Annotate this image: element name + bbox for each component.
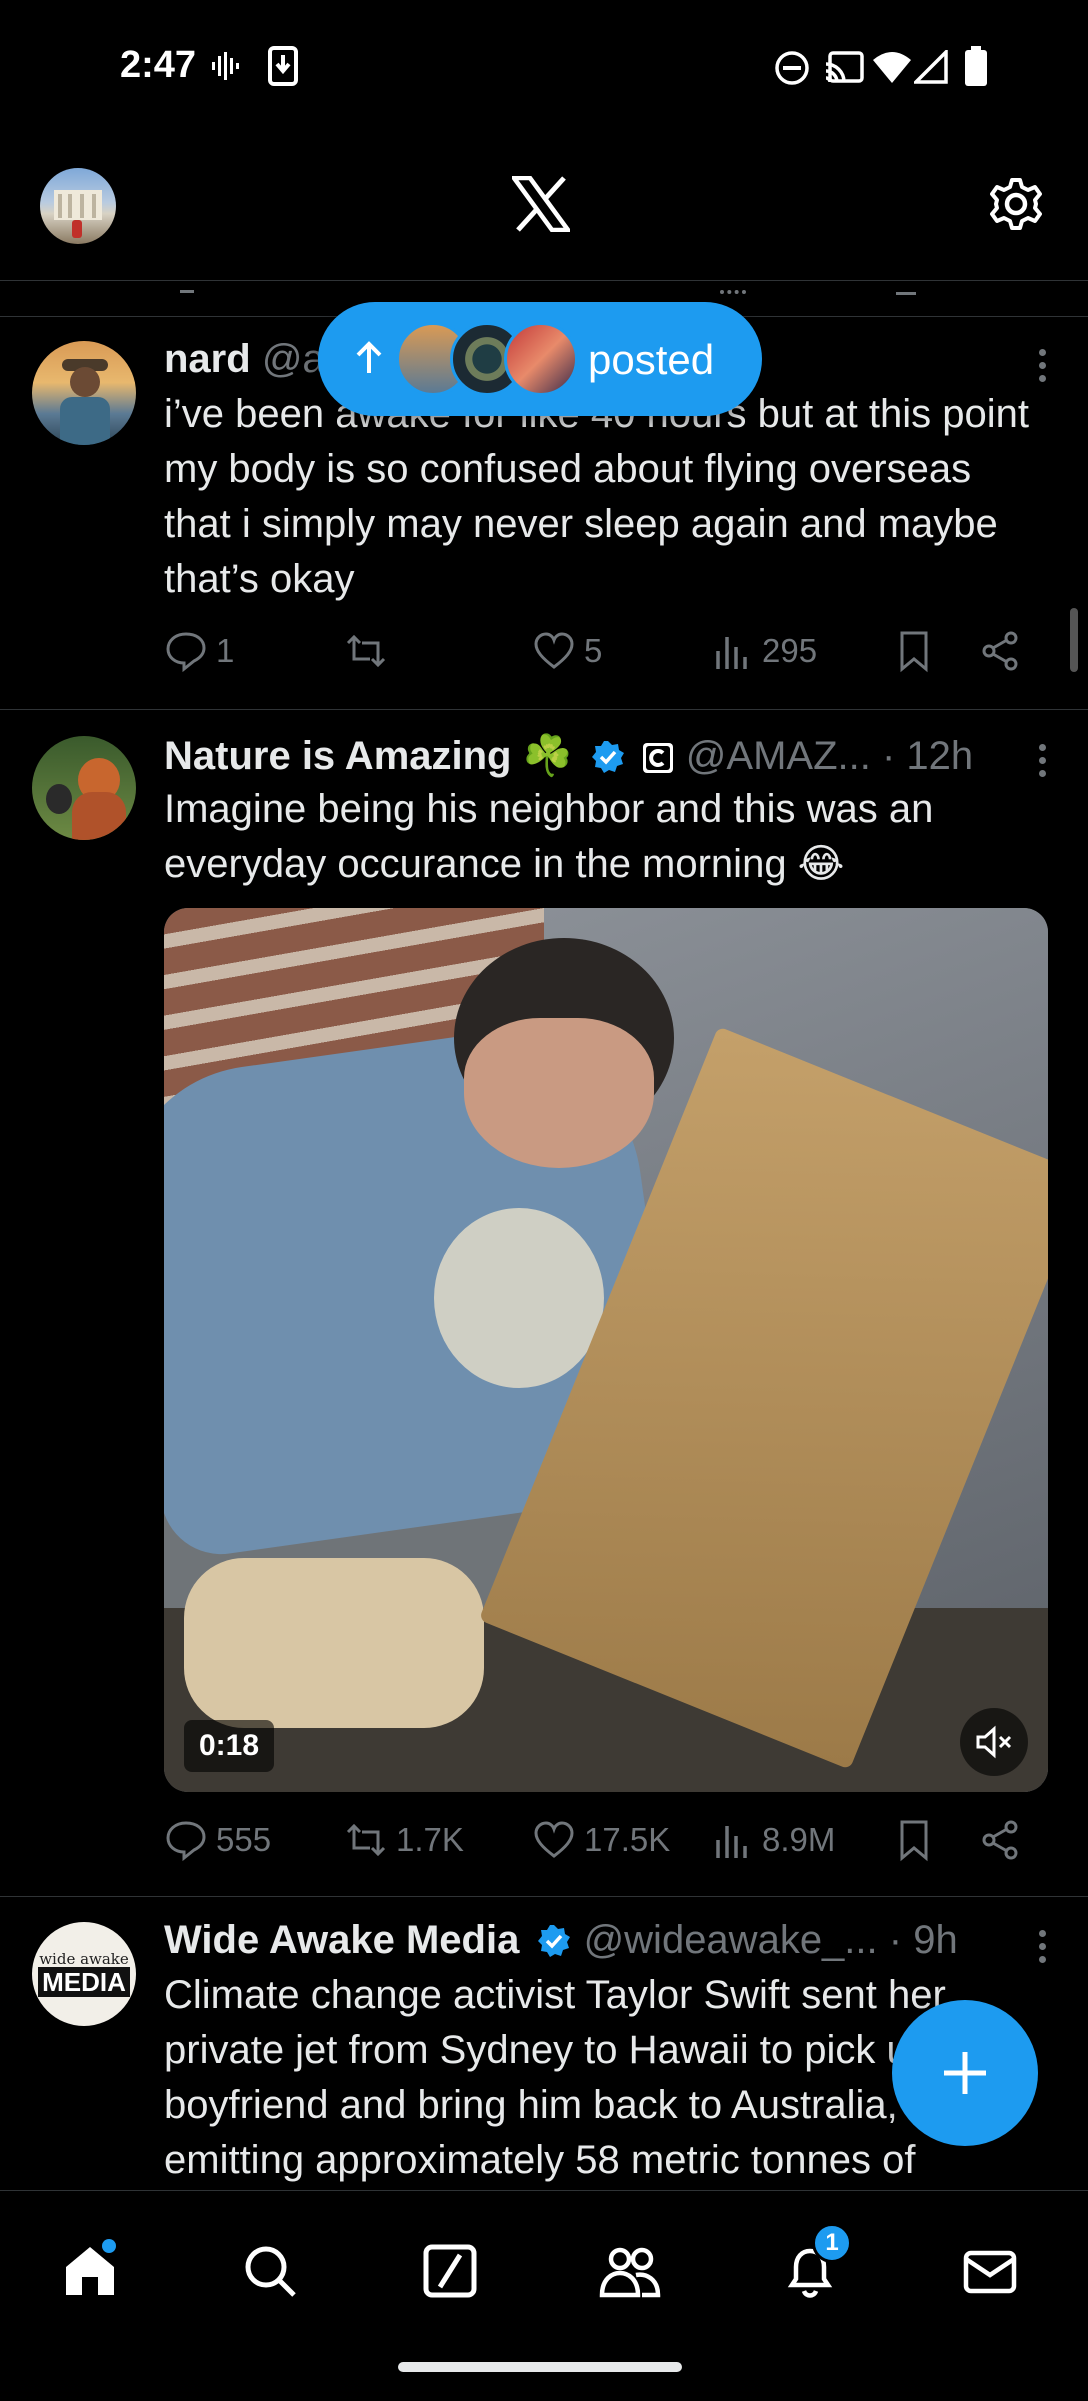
reply-button[interactable]: 555 [164,1818,271,1862]
author-handle: @wideawake_... [583,1918,878,1962]
avatar[interactable] [32,341,136,445]
author-name[interactable]: Nature is Amazing ☘️ [164,734,572,778]
reply-button[interactable]: 1 [164,629,234,673]
video-player[interactable]: 0:18 [164,908,1048,1792]
views-button[interactable]: 8.9M [710,1818,835,1862]
more-options-icon[interactable] [1036,1924,1048,1969]
author-name[interactable]: Wide Awake Media [164,1918,519,1962]
views-chart-icon [716,1826,747,1858]
battery-icon [965,46,987,86]
tweet-header: nard @a [164,337,325,382]
tweet-nature-is-amazing[interactable]: Nature is Amazing ☘️ @AMAZ... · 12h Imag… [0,710,1088,1897]
repost-count: 1.7K [396,1821,464,1858]
tweet-time: · 9h [888,1918,958,1962]
verified-badge-icon [538,1925,571,1957]
more-options-icon[interactable] [1036,343,1048,388]
share-button[interactable] [978,629,1022,673]
grok-icon [423,2244,477,2298]
avatar-text-bottom: MEDIA [38,1967,130,1997]
pill-label: posted [588,336,715,383]
avatar[interactable] [32,736,136,840]
nav-notifications[interactable]: 1 [770,2223,852,2311]
tweet-header: Nature is Amazing ☘️ @AMAZ... · 12h [164,732,973,779]
like-count: 17.5K [584,1821,671,1858]
nav-messages[interactable] [950,2231,1030,2311]
tweet-time: · 12h [881,734,974,778]
view-count: 8.9M [762,1821,836,1858]
settings-gear-icon[interactable] [988,176,1044,232]
nav-communities[interactable] [590,2231,670,2311]
reply-icon [166,632,206,673]
audio-wave-icon [212,52,239,80]
reply-icon [166,1821,206,1862]
pill-avatar-3 [504,322,578,396]
verified-badge-icon [591,741,624,773]
signal-icon [914,50,948,84]
status-bar: 2:47 [0,0,1088,135]
share-button[interactable] [978,1818,1022,1862]
repost-icon [346,1823,386,1857]
communities-icon [599,2247,661,2298]
new-posts-pill[interactable]: posted [318,302,762,416]
profile-avatar[interactable] [40,168,116,244]
repost-icon [346,634,386,668]
wifi-icon [873,52,911,83]
bookmark-button[interactable] [892,629,936,673]
views-button[interactable]: 295 [710,629,817,673]
avatar-text-top: wide awake [39,1950,129,1968]
affiliate-badge-icon [642,743,673,773]
views-chart-icon [716,637,747,669]
avatar[interactable]: wide awake MEDIA [32,1922,136,2026]
video-duration: 0:18 [184,1720,274,1772]
tweet-actions: 555 1.7K 17.5K 8.9M [164,1818,1044,1878]
muted-speaker-icon [976,1725,1012,1759]
tweet-actions: 1 5 295 [164,629,1044,689]
tweet-text: i’ve been awake for like 40 hours but at… [164,392,1029,601]
reply-count: 555 [216,1821,272,1858]
mute-button[interactable] [960,1708,1028,1776]
share-icon [982,631,1018,671]
search-icon [245,2246,296,2297]
scrollbar-thumb[interactable] [1070,608,1078,672]
tweet-header: Wide Awake Media @wideawake_... · 9h [164,1918,958,1963]
author-handle: @AMAZ... [685,734,871,778]
view-count: 295 [762,632,818,669]
nav-home[interactable] [50,2231,130,2311]
bookmark-button[interactable] [892,1818,936,1862]
repost-button[interactable] [344,629,396,673]
like-button[interactable]: 5 [532,629,602,673]
like-button[interactable]: 17.5K [532,1818,670,1862]
nav-search[interactable] [230,2231,310,2311]
tweet-text: Imagine being his neighbor and this was … [164,787,934,886]
share-icon [982,1820,1018,1860]
heart-icon [534,632,574,669]
x-logo-icon[interactable] [512,176,570,232]
dnd-icon [775,51,809,85]
cast-icon [825,51,864,83]
author-handle: @a [261,337,325,381]
compose-post-button[interactable] [892,2000,1038,2146]
gesture-home-bar[interactable] [398,2362,682,2372]
arrow-up-icon [356,341,382,373]
repost-button[interactable]: 1.7K [344,1818,464,1862]
notification-count-badge: 1 [812,2223,852,2263]
plus-icon [944,2052,986,2094]
bookmark-icon [900,1820,928,1862]
messages-envelope-icon [963,2250,1017,2294]
new-content-dot [102,2239,116,2253]
nav-grok[interactable] [410,2231,490,2311]
download-icon [268,46,298,86]
top-app-bar [0,140,1088,281]
reply-count: 1 [216,632,235,669]
heart-icon [534,1821,574,1858]
author-name[interactable]: nard [164,337,251,381]
more-options-icon[interactable] [1036,738,1048,783]
status-time: 2:47 [120,44,197,86]
like-count: 5 [584,632,603,669]
bookmark-icon [900,631,928,673]
